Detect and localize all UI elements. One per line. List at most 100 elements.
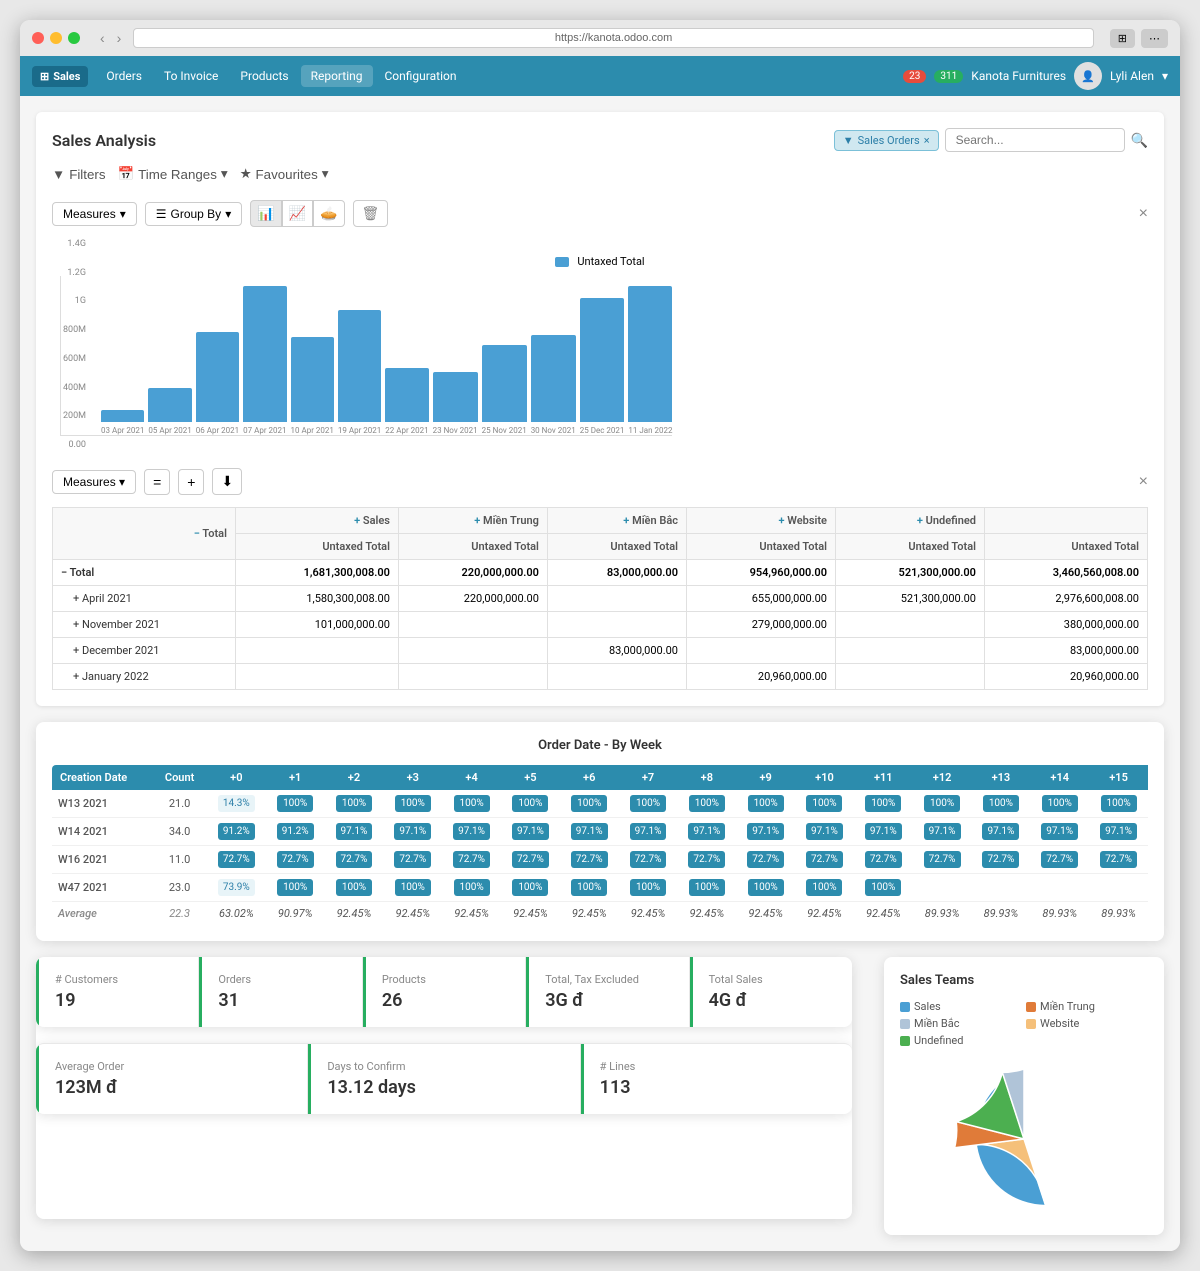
- pivot-total-header: − Total: [53, 508, 236, 560]
- chart-bar[interactable]: [580, 298, 625, 422]
- bar-chart-button[interactable]: 📊: [250, 200, 281, 227]
- bar-group: 22 Apr 2021: [385, 368, 428, 435]
- user-name[interactable]: Lyli Alen: [1110, 69, 1154, 83]
- cohort-cell: 100%: [677, 874, 736, 902]
- pivot-cell: 954,960,000.00: [687, 560, 836, 586]
- cohort-cell-value: 72.7%: [571, 851, 608, 868]
- chart-bar[interactable]: [196, 332, 239, 422]
- cohort-cell-value: 97.1%: [688, 823, 725, 840]
- pivot-cell: 1,580,300,008.00: [235, 586, 398, 612]
- cohort-week: W16 2021: [52, 846, 152, 874]
- filters-button[interactable]: ▼ Filters: [52, 164, 106, 184]
- delete-button[interactable]: 🗑: [353, 200, 389, 227]
- remove-tag-button[interactable]: ×: [924, 134, 930, 147]
- odoo-logo[interactable]: ⊞ Sales: [32, 66, 88, 87]
- undefined-expand-icon[interactable]: +: [917, 514, 923, 527]
- dropdown-icon: ▾: [225, 207, 231, 221]
- nav-reporting[interactable]: Reporting: [301, 65, 373, 87]
- message-badge[interactable]: 311: [934, 70, 963, 83]
- menu-button[interactable]: ⋯: [1141, 29, 1168, 48]
- measures-button[interactable]: Measures ▾: [52, 202, 137, 226]
- nav-orders[interactable]: Orders: [96, 65, 152, 87]
- chart-bar[interactable]: [148, 388, 191, 422]
- time-ranges-button[interactable]: 📅 Time Ranges ▾: [118, 164, 228, 184]
- company-name[interactable]: Kanota Furnitures: [971, 69, 1066, 83]
- nav-to-invoice[interactable]: To Invoice: [154, 65, 228, 87]
- pie-legend: SalesMiền TrungMiền BắcWebsiteUndefined: [900, 1000, 1148, 1047]
- bar-group: 11 Jan 2022: [628, 286, 672, 435]
- chart-bar[interactable]: [531, 335, 576, 422]
- search-tag: ▼ Sales Orders ×: [834, 130, 939, 151]
- nav-products[interactable]: Products: [230, 65, 298, 87]
- cohort-row: Average22.363.02%90.97%92.45%92.45%92.45…: [52, 902, 1148, 926]
- nav-configuration[interactable]: Configuration: [375, 65, 467, 87]
- cohort-cell-value: 100%: [512, 879, 548, 896]
- search-submit-button[interactable]: 🔍: [1131, 132, 1148, 149]
- pivot-cell: 101,000,000.00: [235, 612, 398, 638]
- pivot-cell: [547, 586, 686, 612]
- cohort-header-cell: +13: [972, 765, 1031, 790]
- cohort-cell-value: 97.1%: [747, 823, 784, 840]
- favourites-button[interactable]: ★ Favourites ▾: [240, 164, 329, 184]
- pie-chart-button[interactable]: 🥧: [313, 200, 344, 227]
- pivot-body: − Total1,681,300,008.00220,000,000.0083,…: [53, 560, 1148, 690]
- cohort-cell-value: 73.9%: [218, 879, 255, 896]
- pivot-cell: [835, 638, 984, 664]
- address-bar[interactable]: [133, 28, 1093, 48]
- pivot-download-button[interactable]: ⬇: [212, 468, 242, 495]
- cohort-header-cell: +11: [854, 765, 913, 790]
- cohort-week: W47 2021: [52, 874, 152, 902]
- chart-bar[interactable]: [385, 368, 428, 422]
- pivot-toolbar: Measures ▾ = + ⬇ ×: [52, 468, 1148, 495]
- notification-badge[interactable]: 23: [903, 70, 926, 83]
- sales-expand-icon[interactable]: +: [354, 514, 360, 527]
- stats-wrapper: # Customers 19 Orders 31 Products 26 Tot…: [36, 957, 852, 1219]
- extensions-button[interactable]: ⊞: [1110, 29, 1135, 48]
- chart-bar[interactable]: [628, 286, 672, 422]
- fullscreen-button[interactable]: [68, 32, 80, 44]
- cohort-cell: 100%: [383, 874, 442, 902]
- cohort-cell: 100%: [854, 874, 913, 902]
- close-chart-button[interactable]: ×: [1139, 205, 1148, 223]
- pivot-row-label[interactable]: − Total: [53, 560, 236, 586]
- user-dropdown-icon[interactable]: ▾: [1162, 69, 1168, 83]
- chart-bar[interactable]: [482, 345, 527, 423]
- mien-trung-expand-icon[interactable]: +: [474, 514, 480, 527]
- close-pivot-button[interactable]: ×: [1139, 473, 1148, 491]
- group-by-button[interactable]: ☰ Group By ▾: [145, 202, 243, 226]
- cohort-cell: 92.45%: [560, 902, 619, 926]
- cohort-cell: 97.1%: [1089, 818, 1148, 846]
- chart-bar[interactable]: [433, 372, 478, 422]
- total-tax-excluded-label: Total, Tax Excluded: [545, 973, 672, 986]
- forward-button[interactable]: ›: [113, 28, 126, 48]
- cohort-week: Average: [52, 902, 152, 926]
- cohort-cell: 92.45%: [383, 902, 442, 926]
- pivot-measures-button[interactable]: Measures ▾: [52, 470, 136, 494]
- cohort-cell-value: 100%: [865, 795, 901, 812]
- close-button[interactable]: [32, 32, 44, 44]
- cohort-cell: 72.7%: [560, 846, 619, 874]
- chart-bar[interactable]: [243, 286, 286, 422]
- website-expand-icon[interactable]: +: [778, 514, 784, 527]
- pivot-expand-button[interactable]: +: [178, 469, 204, 495]
- chart-bar[interactable]: [291, 337, 334, 422]
- pivot-row: + January 202220,960,000.0020,960,000.00: [53, 664, 1148, 690]
- search-input[interactable]: [945, 128, 1125, 152]
- user-avatar[interactable]: 👤: [1074, 62, 1102, 90]
- cohort-cell: 89.93%: [913, 902, 972, 926]
- cohort-header-cell: +1: [266, 765, 325, 790]
- pivot-flip-button[interactable]: =: [144, 469, 170, 495]
- line-chart-button[interactable]: 📈: [282, 200, 313, 227]
- legend-color-dot: [1026, 1019, 1036, 1029]
- pie-legend-item: Sales: [900, 1000, 1022, 1013]
- total-collapse-icon[interactable]: −: [194, 527, 200, 540]
- chart-bar[interactable]: [101, 410, 144, 422]
- back-button[interactable]: ‹: [96, 28, 109, 48]
- cohort-cell: 100%: [619, 790, 678, 818]
- minimize-button[interactable]: [50, 32, 62, 44]
- cohort-cell-value: 100%: [454, 795, 490, 812]
- cohort-cell-value: 72.7%: [865, 851, 902, 868]
- mien-bac-expand-icon[interactable]: +: [623, 514, 629, 527]
- cohort-week: W14 2021: [52, 818, 152, 846]
- chart-bar[interactable]: [338, 310, 381, 422]
